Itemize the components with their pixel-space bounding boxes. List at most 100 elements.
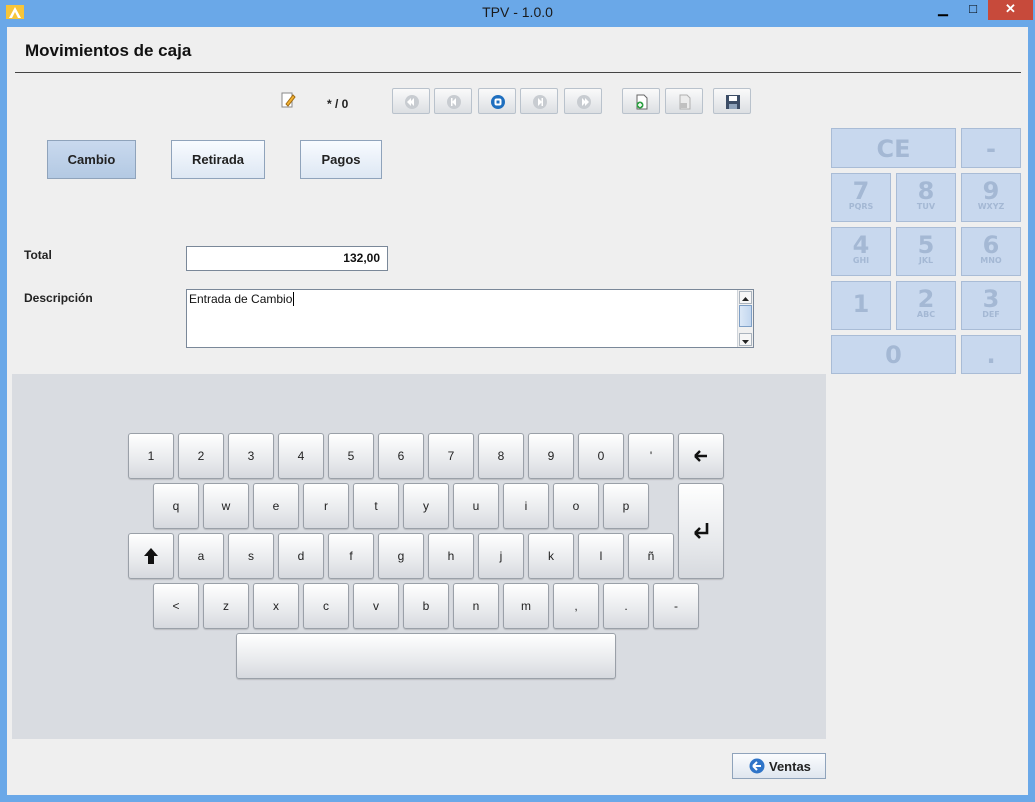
- maximize-button[interactable]: □: [958, 0, 988, 20]
- last-record-button[interactable]: [564, 88, 602, 114]
- key-l[interactable]: l: [578, 533, 624, 579]
- numpad-minus-label: -: [986, 135, 996, 163]
- key-f[interactable]: f: [328, 533, 374, 579]
- save-button[interactable]: [713, 88, 751, 114]
- key-w[interactable]: w: [203, 483, 249, 529]
- key-s[interactable]: s: [228, 533, 274, 579]
- key-shift[interactable]: [128, 533, 174, 579]
- key-c[interactable]: c: [303, 583, 349, 629]
- total-label: Total: [24, 248, 52, 262]
- minimize-button[interactable]: ▁: [928, 0, 958, 20]
- back-arrow-icon: [749, 758, 765, 774]
- key-t[interactable]: t: [353, 483, 399, 529]
- descripcion-text: Entrada de Cambio: [189, 292, 295, 306]
- key-6[interactable]: 6: [378, 433, 424, 479]
- key-3[interactable]: 3: [228, 433, 274, 479]
- key-7[interactable]: 7: [428, 433, 474, 479]
- descripcion-scrollbar[interactable]: [737, 290, 753, 347]
- window-title: TPV - 1.0.0: [482, 4, 553, 20]
- key-q[interactable]: q: [153, 483, 199, 529]
- scroll-up-button[interactable]: [739, 291, 752, 304]
- key-a[interactable]: a: [178, 533, 224, 579]
- key-4[interactable]: 4: [278, 433, 324, 479]
- key-y[interactable]: y: [403, 483, 449, 529]
- numpad-3-sub: DEF: [982, 310, 1000, 319]
- tab-pagos[interactable]: Pagos: [300, 140, 382, 179]
- descripcion-textarea[interactable]: Entrada de Cambio: [186, 289, 754, 348]
- key-v[interactable]: v: [353, 583, 399, 629]
- scroll-down-button[interactable]: [739, 333, 752, 346]
- shift-arrow-icon: [144, 548, 158, 564]
- numpad-7[interactable]: 7 PQRS: [831, 173, 891, 222]
- numpad-ce-label: CE: [876, 135, 911, 163]
- key-k[interactable]: k: [528, 533, 574, 579]
- numpad-3[interactable]: 3 DEF: [961, 281, 1021, 330]
- numpad-4[interactable]: 4 GHI: [831, 227, 891, 276]
- close-button[interactable]: ✕: [988, 0, 1033, 20]
- onscreen-keyboard: 1 2 3 4 5 6 7 8 9 0 ' q w e r t y u i o …: [12, 374, 826, 739]
- key-9[interactable]: 9: [528, 433, 574, 479]
- tab-cambio[interactable]: Cambio: [47, 140, 136, 179]
- numpad-5[interactable]: 5 JKL: [896, 227, 956, 276]
- key-u[interactable]: u: [453, 483, 499, 529]
- numpad-0[interactable]: 0: [831, 335, 956, 374]
- key-d[interactable]: d: [278, 533, 324, 579]
- key-enter[interactable]: [678, 483, 724, 579]
- key-p[interactable]: p: [603, 483, 649, 529]
- chevron-down-icon: [742, 340, 749, 344]
- previous-record-button[interactable]: [434, 88, 472, 114]
- key-8[interactable]: 8: [478, 433, 524, 479]
- numpad-0-label: 0: [885, 341, 902, 369]
- key-backspace[interactable]: [678, 433, 724, 479]
- key-e[interactable]: e: [253, 483, 299, 529]
- key-r[interactable]: r: [303, 483, 349, 529]
- key-0[interactable]: 0: [578, 433, 624, 479]
- numpad-2-sub: ABC: [916, 310, 936, 319]
- key-g[interactable]: g: [378, 533, 424, 579]
- key-m[interactable]: m: [503, 583, 549, 629]
- next-record-icon: [533, 95, 547, 109]
- key-1[interactable]: 1: [128, 433, 174, 479]
- key-n[interactable]: n: [453, 583, 499, 629]
- first-record-button[interactable]: [392, 88, 430, 114]
- key-5[interactable]: 5: [328, 433, 374, 479]
- key-apostrophe[interactable]: ': [628, 433, 674, 479]
- key-b[interactable]: b: [403, 583, 449, 629]
- ventas-button[interactable]: Ventas: [732, 753, 826, 779]
- scroll-thumb[interactable]: [739, 305, 752, 327]
- delete-record-icon: [679, 94, 691, 110]
- total-input[interactable]: 132,00: [186, 246, 388, 271]
- numpad-1[interactable]: 1: [831, 281, 891, 330]
- key-period[interactable]: .: [603, 583, 649, 629]
- key-2[interactable]: 2: [178, 433, 224, 479]
- numpad-2-label: 2: [917, 285, 935, 313]
- key-z[interactable]: z: [203, 583, 249, 629]
- numpad-9[interactable]: 9 WXYZ: [961, 173, 1021, 222]
- key-i[interactable]: i: [503, 483, 549, 529]
- key-j[interactable]: j: [478, 533, 524, 579]
- key-less-than[interactable]: <: [153, 583, 199, 629]
- next-record-button[interactable]: [520, 88, 558, 114]
- numpad-6[interactable]: 6 MNO: [961, 227, 1021, 276]
- numpad-dot-label: .: [986, 341, 996, 369]
- numpad-ce[interactable]: CE: [831, 128, 956, 168]
- key-space[interactable]: [236, 633, 616, 679]
- delete-record-button[interactable]: [665, 88, 703, 114]
- key-o[interactable]: o: [553, 483, 599, 529]
- refresh-button[interactable]: [478, 88, 516, 114]
- numpad-2[interactable]: 2 ABC: [896, 281, 956, 330]
- numpad-minus[interactable]: -: [961, 128, 1021, 168]
- numpad-8[interactable]: 8 TUV: [896, 173, 956, 222]
- key-h[interactable]: h: [428, 533, 474, 579]
- numpad-dot[interactable]: .: [961, 335, 1021, 374]
- new-record-button[interactable]: [622, 88, 660, 114]
- key-n-tilde[interactable]: ñ: [628, 533, 674, 579]
- key-x[interactable]: x: [253, 583, 299, 629]
- previous-record-icon: [447, 95, 461, 109]
- numpad-7-sub: PQRS: [848, 202, 874, 211]
- title-divider: [15, 72, 1021, 73]
- key-hyphen[interactable]: -: [653, 583, 699, 629]
- tab-retirada[interactable]: Retirada: [171, 140, 265, 179]
- key-comma[interactable]: ,: [553, 583, 599, 629]
- page-title: Movimientos de caja: [25, 41, 192, 60]
